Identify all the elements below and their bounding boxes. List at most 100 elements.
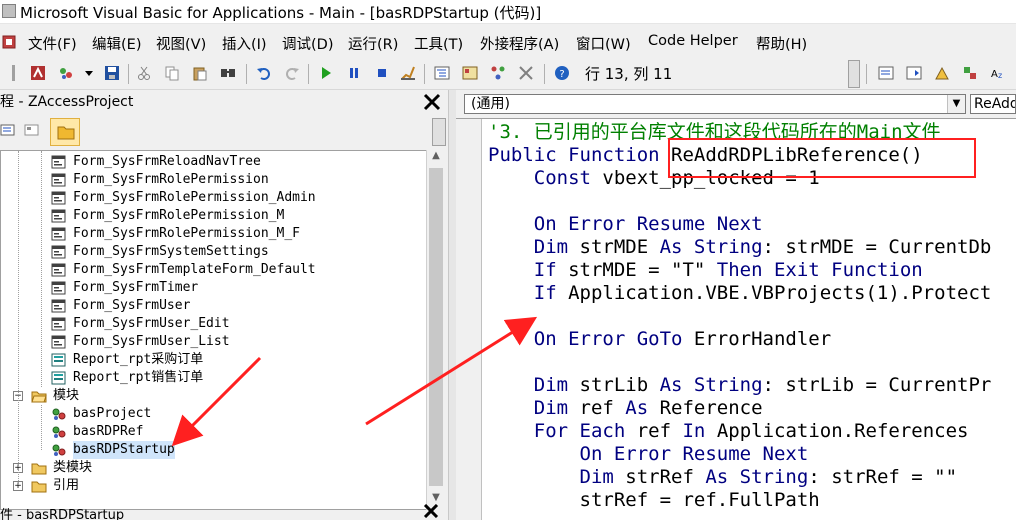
menu-item[interactable]: 调试(D) [282,33,333,54]
insert-dropdown-icon[interactable] [84,65,94,81]
complete-word-icon[interactable]: Az [990,65,1006,81]
form-icon [51,335,66,349]
run-icon[interactable] [318,65,334,81]
toolbar-overflow-grip[interactable] [848,60,860,88]
menu-item[interactable]: Code Helper [648,33,738,49]
tree-item[interactable]: Report_rpt采购订单 [51,351,203,369]
code-text: strMDE = "T" [568,259,717,281]
project-tree-scrollbar[interactable]: ▲ ▼ [426,150,444,510]
code-line[interactable]: If Application.VBE.VBProjects(1).Protect [488,282,992,305]
toolbar-grip-icon[interactable] [6,65,22,81]
insert-module-icon[interactable] [58,65,74,81]
code-line[interactable]: Dim strRef As String: strRef = "" [488,466,958,489]
paste-icon[interactable] [192,65,208,81]
tree-item[interactable]: Form_SysFrmTemplateForm_Default [51,261,316,279]
menu-item[interactable]: 文件(F) [28,33,77,54]
toggle-folders-button[interactable] [50,118,80,146]
pane-splitter[interactable] [448,90,456,520]
help-icon[interactable]: ? [554,65,570,81]
tree-item[interactable]: Form_SysFrmTimer [51,279,198,297]
object-combo-dropdown-icon[interactable]: ▼ [947,95,965,113]
object-combo[interactable]: (通用) ▼ [464,94,966,114]
view-object-icon[interactable] [24,122,40,138]
code-line[interactable]: On Error GoTo ErrorHandler [488,328,831,351]
code-line[interactable]: Dim strLib As String: strLib = CurrentPr [488,374,992,397]
code-keyword: As String [705,466,809,488]
menu-item[interactable]: 视图(V) [156,33,206,54]
design-mode-icon[interactable] [400,65,416,81]
tree-item[interactable]: 引用 [31,477,79,495]
edit-list-properties-icon[interactable] [878,65,894,81]
project-explorer-toolbar [0,118,448,146]
save-icon[interactable] [104,65,120,81]
code-text: ref [579,397,626,419]
properties-window-icon[interactable] [462,65,478,81]
menu-item[interactable]: 运行(R) [348,33,398,54]
scroll-up-arrow-icon[interactable]: ▲ [429,150,443,166]
tree-item[interactable]: basRDPRef [52,423,143,441]
view-access-icon[interactable] [30,65,46,81]
tree-item[interactable]: 模块 [31,387,79,405]
code-text: : strRef = "" [808,466,958,488]
menu-bar: 文件(F) 编辑(E) 视图(V) 插入(I) 调试(D) 运行(R) 工具(T) 外接程序(… [0,26,1016,58]
tree-item[interactable]: Form_SysFrmRolePermission_Admin [51,189,316,207]
toolbox-icon[interactable] [518,65,534,81]
tree-item[interactable]: Form_SysFrmRolePermission [51,171,269,189]
project-explorer-title: 程 - ZAccessProject [0,94,134,110]
break-icon[interactable] [346,65,362,81]
project-explorer-pane: 程 - ZAccessProject Form_SysFrmReloadNavT… [0,90,448,520]
procedure-combo[interactable]: ReAdd [970,94,1016,114]
code-line[interactable]: On Error Resume Next [488,443,809,466]
list-constants-icon[interactable] [906,65,922,81]
quick-info-icon[interactable] [934,65,950,81]
form-icon [51,227,66,241]
tree-item[interactable]: Form_SysFrmSystemSettings [51,243,269,261]
redo-icon[interactable] [284,65,300,81]
code-line[interactable]: Dim ref As Reference [488,397,763,420]
code-editor[interactable]: '3. 已引用的平台库文件和这段代码所在的Main文件 Public Functi… [456,118,1016,520]
menu-item[interactable]: 插入(I) [222,33,267,54]
copy-icon[interactable] [164,65,180,81]
object-browser-icon[interactable] [490,65,506,81]
project-explorer-icon[interactable] [434,65,450,81]
code-line[interactable]: On Error Resume Next [488,213,763,236]
tree-item[interactable]: Form_SysFrmUser_List [51,333,230,351]
tree-item[interactable]: Form_SysFrmReloadNavTree [51,153,261,171]
close-properties-icon[interactable] [422,504,440,518]
scrollbar-thumb[interactable] [429,168,443,486]
tree-item[interactable]: basProject [52,405,151,423]
tree-item[interactable]: Form_SysFrmUser_Edit [51,315,230,333]
menu-item[interactable]: 外接程序(A) [480,33,559,54]
close-project-explorer-icon[interactable] [422,92,442,112]
code-keyword: As [625,397,660,419]
code-keyword: Dim [488,397,580,419]
parameter-info-icon[interactable] [962,65,978,81]
cursor-position-status: 行 13, 列 11 [585,65,673,83]
code-line[interactable]: For Each ref In Application.References [488,420,969,443]
reset-icon[interactable] [374,65,390,81]
tree-item[interactable]: Form_SysFrmUser [51,297,190,315]
menu-item[interactable]: 编辑(E) [92,33,141,54]
tree-item[interactable]: Form_SysFrmRolePermission_M_F [51,225,300,243]
menu-item[interactable]: 工具(T) [414,33,463,54]
view-code-icon[interactable] [0,122,16,138]
code-line[interactable]: If strMDE = "T" Then Exit Function [488,259,923,282]
tree-item[interactable]: Report_rpt销售订单 [51,369,203,387]
undo-icon[interactable] [256,65,272,81]
access-document-icon[interactable] [2,34,18,50]
code-keyword: On Error GoTo [488,328,694,350]
code-margin-indicator-bar[interactable] [456,119,482,520]
project-toolbar-grip[interactable] [432,118,446,146]
form-icon [51,299,66,313]
menu-item[interactable]: 窗口(W) [576,33,631,54]
find-icon[interactable] [220,65,236,81]
code-line[interactable]: strRef = ref.FullPath [488,489,820,512]
project-tree: Form_SysFrmReloadNavTree Form_SysFrmRoleP… [0,150,428,510]
menu-item[interactable]: 帮助(H) [756,33,807,54]
tree-item[interactable]: basRDPStartup [52,441,175,459]
tree-item[interactable]: Form_SysFrmRolePermission_M [51,207,284,225]
tree-item-label: Form_SysFrmUser_Edit [73,316,230,331]
tree-item[interactable]: 类模块 [31,459,92,477]
cut-icon[interactable] [136,65,152,81]
code-line[interactable]: Dim strMDE As String: strMDE = CurrentDb [488,236,992,259]
